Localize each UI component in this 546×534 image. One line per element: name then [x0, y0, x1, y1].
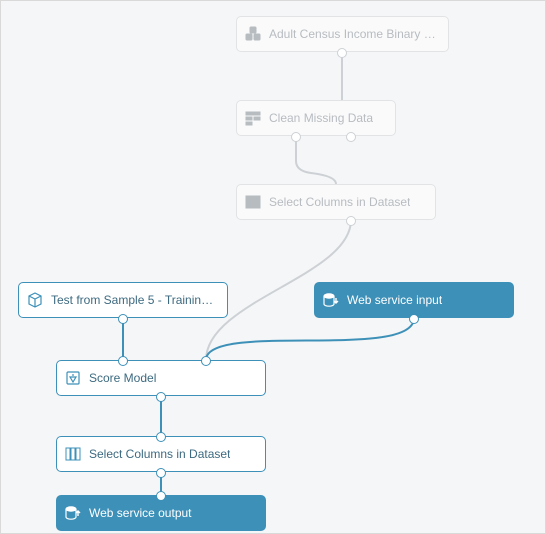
node-label: Clean Missing Data — [269, 111, 373, 125]
node-dataset[interactable]: Adult Census Income Binary C... — [236, 16, 449, 52]
port-in[interactable] — [118, 356, 128, 366]
port-out[interactable] — [346, 132, 356, 142]
node-score-model[interactable]: Score Model — [56, 360, 266, 396]
select-columns-icon — [245, 194, 261, 210]
node-web-service-input[interactable]: Web service input — [314, 282, 514, 318]
node-label: Score Model — [89, 371, 156, 385]
node-clean-missing-data[interactable]: Clean Missing Data — [236, 100, 396, 136]
port-out[interactable] — [118, 314, 128, 324]
node-label: Adult Census Income Binary C... — [269, 27, 436, 41]
port-in[interactable] — [201, 356, 211, 366]
score-model-icon — [65, 370, 81, 386]
dataset-icon — [245, 26, 261, 42]
node-trained-model[interactable]: Test from Sample 5 - Training... — [18, 282, 228, 318]
clean-data-icon — [245, 110, 261, 126]
web-input-icon — [323, 292, 339, 308]
port-out[interactable] — [346, 216, 356, 226]
port-out[interactable] — [291, 132, 301, 142]
port-out[interactable] — [156, 468, 166, 478]
port-out[interactable] — [156, 392, 166, 402]
port-in[interactable] — [156, 491, 166, 501]
port-out[interactable] — [409, 314, 419, 324]
node-label: Test from Sample 5 - Training... — [51, 293, 215, 307]
port-out[interactable] — [337, 48, 347, 58]
node-label: Web service input — [347, 293, 442, 307]
node-label: Select Columns in Dataset — [89, 447, 230, 461]
web-output-icon — [65, 505, 81, 521]
node-label: Web service output — [89, 506, 192, 520]
port-in[interactable] — [156, 432, 166, 442]
node-select-columns-1[interactable]: Select Columns in Dataset — [236, 184, 436, 220]
experiment-canvas[interactable]: Adult Census Income Binary C... Clean Mi… — [0, 0, 546, 534]
node-label: Select Columns in Dataset — [269, 195, 410, 209]
cube-icon — [27, 292, 43, 308]
select-columns-icon — [65, 446, 81, 462]
